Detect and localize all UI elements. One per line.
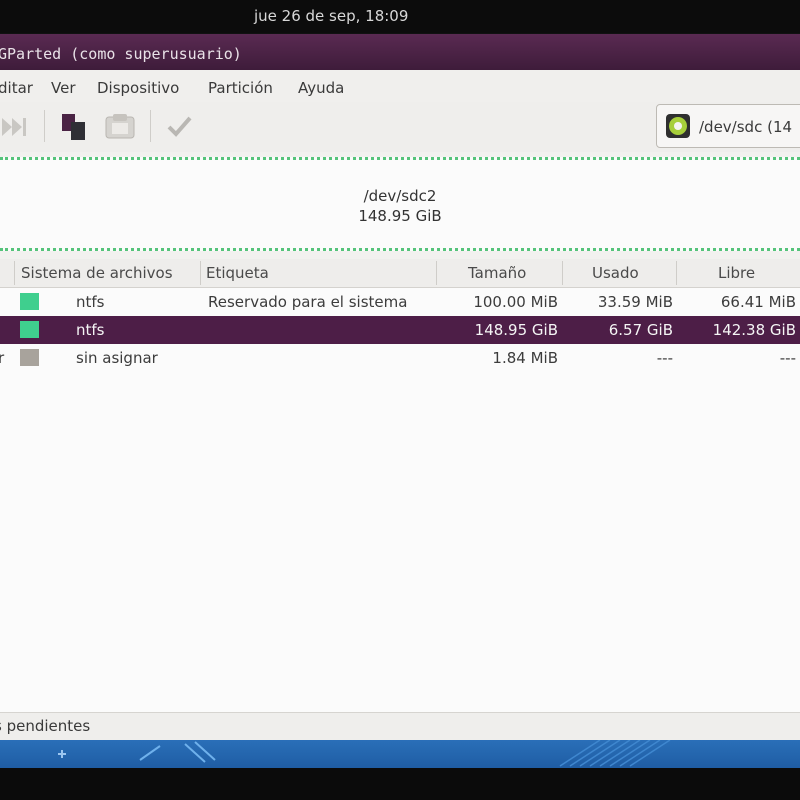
partition-name: /dev/sdc2 bbox=[363, 187, 437, 205]
bottom-border bbox=[0, 768, 800, 800]
status-text: s pendientes bbox=[0, 717, 91, 735]
row-prefix: r bbox=[0, 349, 5, 367]
clock[interactable]: jue 26 de sep, 18:09 bbox=[254, 7, 408, 25]
toolbar: /dev/sdc (14 bbox=[0, 102, 800, 153]
column-separator bbox=[676, 261, 677, 285]
taskbar-decoration bbox=[58, 739, 671, 767]
partition-size: 148.95 GiB bbox=[358, 207, 442, 225]
disk-icon bbox=[665, 113, 691, 143]
apply-icon[interactable] bbox=[166, 114, 194, 144]
row-filesystem: sin asignar bbox=[76, 349, 158, 367]
column-separator bbox=[14, 261, 15, 285]
toolbar-separator bbox=[44, 110, 45, 142]
copy-icon[interactable] bbox=[60, 111, 90, 147]
column-label[interactable]: Etiqueta bbox=[206, 264, 269, 282]
table-header: Sistema de archivos Etiqueta Tamaño Usad… bbox=[0, 259, 800, 288]
row-used: 6.57 GiB bbox=[608, 321, 673, 339]
row-size: 148.95 GiB bbox=[474, 321, 558, 339]
filesystem-color-swatch bbox=[20, 293, 39, 310]
menu-dispositivo[interactable]: Dispositivo bbox=[97, 79, 179, 97]
window-title: GParted (como superusuario) bbox=[0, 45, 242, 63]
window-titlebar[interactable]: GParted (como superusuario) bbox=[0, 34, 800, 70]
device-selector[interactable]: /dev/sdc (14 bbox=[656, 104, 800, 148]
filesystem-color-swatch bbox=[20, 349, 39, 366]
gparted-window: GParted (como superusuario) ditar Ver Di… bbox=[0, 34, 800, 740]
paste-icon[interactable] bbox=[104, 112, 138, 146]
go-last-icon[interactable] bbox=[0, 114, 30, 144]
row-free: 142.38 GiB bbox=[712, 321, 796, 339]
menu-particion[interactable]: Partición bbox=[208, 79, 273, 97]
column-separator bbox=[562, 261, 563, 285]
table-row[interactable]: ntfs Reservado para el sistema 100.00 MiB 3… bbox=[0, 288, 800, 316]
row-size: 1.84 MiB bbox=[492, 349, 558, 367]
menubar: ditar Ver Dispositivo Partición Ayuda bbox=[0, 70, 800, 102]
partition-table: Sistema de archivos Etiqueta Tamaño Usad… bbox=[0, 259, 800, 712]
column-separator bbox=[436, 261, 437, 285]
column-free[interactable]: Libre bbox=[718, 264, 755, 282]
row-filesystem: ntfs bbox=[76, 293, 105, 311]
toolbar-separator bbox=[150, 110, 151, 142]
row-size: 100.00 MiB bbox=[473, 293, 558, 311]
top-panel: jue 26 de sep, 18:09 bbox=[0, 0, 800, 33]
table-row[interactable]: ntfs 148.95 GiB 6.57 GiB 142.38 GiB bbox=[0, 316, 800, 344]
table-row[interactable]: r sin asignar 1.84 MiB --- --- bbox=[0, 344, 800, 372]
disk-map: /dev/sdc2 148.95 GiB bbox=[0, 152, 800, 258]
row-used: --- bbox=[656, 349, 673, 367]
column-filesystem[interactable]: Sistema de archivos bbox=[21, 264, 173, 282]
taskbar bbox=[0, 739, 800, 768]
row-used: 33.59 MiB bbox=[597, 293, 673, 311]
column-size[interactable]: Tamaño bbox=[468, 264, 526, 282]
menu-ayuda[interactable]: Ayuda bbox=[298, 79, 344, 97]
row-free: 66.41 MiB bbox=[720, 293, 796, 311]
column-separator bbox=[200, 261, 201, 285]
column-used[interactable]: Usado bbox=[592, 264, 639, 282]
device-label: /dev/sdc (14 bbox=[699, 118, 793, 136]
row-label: Reservado para el sistema bbox=[208, 293, 408, 311]
row-filesystem: ntfs bbox=[76, 321, 105, 339]
menu-ver[interactable]: Ver bbox=[51, 79, 76, 97]
filesystem-color-swatch bbox=[20, 321, 39, 338]
menu-editar[interactable]: ditar bbox=[0, 79, 33, 97]
partition-block[interactable]: /dev/sdc2 148.95 GiB bbox=[0, 157, 800, 251]
row-free: --- bbox=[779, 349, 796, 367]
status-bar: s pendientes bbox=[0, 712, 800, 740]
